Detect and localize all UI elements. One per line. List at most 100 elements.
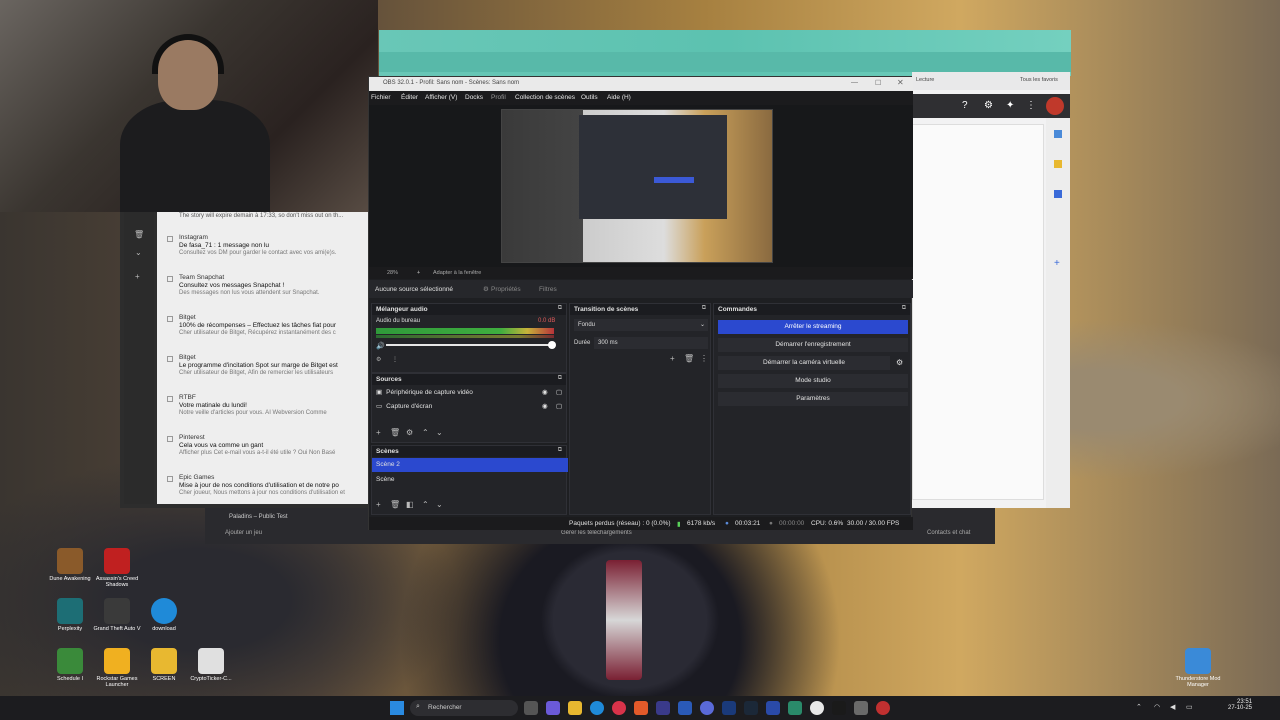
app-icon[interactable] xyxy=(678,701,692,715)
app-icon[interactable] xyxy=(876,701,890,715)
app-icon[interactable] xyxy=(656,701,670,715)
zoom-in-icon[interactable]: + xyxy=(417,270,420,276)
dock-menu-icon[interactable]: ⧉ xyxy=(558,305,562,312)
add-icon[interactable]: + xyxy=(376,500,381,509)
eye-icon[interactable]: ◉ xyxy=(542,386,548,400)
taskbar-search[interactable]: ⌕ Rechercher xyxy=(410,700,518,716)
avatar[interactable] xyxy=(1046,97,1064,115)
discord-icon[interactable] xyxy=(700,701,714,715)
arrow-down-icon[interactable]: ⌄ xyxy=(436,428,443,437)
dock-menu-icon[interactable]: ⧉ xyxy=(558,375,562,382)
mail-item[interactable]: RTBF Votre matinale du lundi! Notre veil… xyxy=(157,392,370,432)
copilot-icon[interactable] xyxy=(546,701,560,715)
help-icon[interactable]: ? xyxy=(962,100,968,111)
dock-menu-icon[interactable]: ⧉ xyxy=(702,305,706,312)
desktop-icon-cryptoticker[interactable]: CryptoTicker-C... xyxy=(187,648,235,682)
mail-item[interactable]: Pinterest Cela vous va comme un gant Aff… xyxy=(157,432,370,472)
source-item[interactable]: ▭ Capture d'écran ◉ ▢ xyxy=(372,400,568,414)
checkbox[interactable] xyxy=(167,356,173,362)
chevron-down-icon[interactable]: ⌄ xyxy=(135,248,142,257)
duration-input[interactable]: 300 ms xyxy=(594,337,708,349)
browser-bookmarks-bar[interactable]: Lecture Tous les favoris xyxy=(912,72,1070,90)
desktop-icon-download[interactable]: download xyxy=(140,598,188,632)
stop-streaming-button[interactable]: Arrêter le streaming xyxy=(718,320,908,334)
wifi-icon[interactable]: ◠ xyxy=(1154,703,1160,711)
zoom-level[interactable]: 28% xyxy=(387,270,398,276)
mail-item[interactable]: Bitget 100% de récompenses – Effectuez l… xyxy=(157,312,370,352)
menu-edit[interactable]: Éditer xyxy=(401,94,418,101)
desktop-icon-rockstar[interactable]: Rockstar Games Launcher xyxy=(93,648,141,688)
gear-icon[interactable]: ⚙ xyxy=(984,100,993,111)
menu-file[interactable]: Fichier xyxy=(371,94,391,101)
task-view-icon[interactable] xyxy=(524,701,538,715)
brave-icon[interactable] xyxy=(634,701,648,715)
downloads-link[interactable]: Gérer les téléchargements xyxy=(561,530,632,536)
checkbox[interactable] xyxy=(167,476,173,482)
sparkle-icon[interactable]: ✦ xyxy=(1006,100,1014,111)
desktop-icon-schedule[interactable]: Schedule I xyxy=(46,648,94,682)
mail-item[interactable]: Instagram De fasa_71 : 1 message non lu … xyxy=(157,232,370,272)
steam-icon[interactable] xyxy=(744,701,758,715)
arrow-up-icon[interactable]: ⌃ xyxy=(422,428,429,437)
volume-slider-handle[interactable] xyxy=(548,341,556,349)
app-icon[interactable] xyxy=(766,701,780,715)
trash-icon[interactable]: 🗑 xyxy=(390,428,400,437)
link-icon[interactable]: ⚙ xyxy=(376,356,381,363)
menu-profile[interactable]: Profil xyxy=(491,94,506,101)
speaker-icon[interactable]: 🔊 xyxy=(376,342,385,350)
app-icon[interactable] xyxy=(722,701,736,715)
obs-icon[interactable] xyxy=(832,701,846,715)
bookmark-lecture[interactable]: Lecture xyxy=(916,77,934,83)
add-icon[interactable]: + xyxy=(1054,258,1060,269)
menu-docks[interactable]: Docks xyxy=(465,94,483,101)
app-icon[interactable] xyxy=(854,701,868,715)
friends-chat-link[interactable]: Contacts et chat xyxy=(927,530,970,536)
side-app-icon[interactable] xyxy=(1054,160,1062,168)
edge-icon[interactable] xyxy=(590,701,604,715)
filters-button[interactable]: Filtres xyxy=(539,286,557,293)
menu-tools[interactable]: Outils xyxy=(581,94,598,101)
gear-icon[interactable]: ⚙ xyxy=(406,428,413,437)
trash-icon[interactable]: 🗑 xyxy=(390,500,400,509)
add-icon[interactable]: + xyxy=(376,428,381,437)
dock-menu-icon[interactable]: ⧉ xyxy=(558,447,562,454)
scene-item-selected[interactable]: Scène 2 xyxy=(372,458,568,472)
checkbox[interactable] xyxy=(167,436,173,442)
add-icon[interactable]: + xyxy=(135,272,140,281)
transition-select[interactable]: Fondu ⌄ xyxy=(574,319,708,331)
close-icon[interactable]: ✕ xyxy=(897,78,904,87)
file-explorer-icon[interactable] xyxy=(568,701,582,715)
eye-icon[interactable]: ◉ xyxy=(542,400,548,414)
dock-menu-icon[interactable]: ⧉ xyxy=(902,305,906,312)
filter-icon[interactable]: ◧ xyxy=(406,500,414,509)
chevron-up-icon[interactable]: ⌃ xyxy=(1136,703,1142,711)
source-item[interactable]: ▣ Périphérique de capture vidéo ◉ ▢ xyxy=(372,386,568,400)
menu-view[interactable]: Afficher (V) xyxy=(425,94,457,101)
checkbox[interactable] xyxy=(167,396,173,402)
apps-icon[interactable]: ⋮ xyxy=(1026,100,1036,111)
desktop-icon-ac-shadows[interactable]: Assassin's Creed Shadows xyxy=(93,548,141,588)
trash-icon[interactable]: 🗑 xyxy=(134,230,144,239)
opera-icon[interactable] xyxy=(612,701,626,715)
start-icon[interactable] xyxy=(390,701,404,715)
start-virtual-camera-button[interactable]: Démarrer la caméra virtuelle xyxy=(718,356,890,370)
clock[interactable]: 23:51 27-10-25 xyxy=(1228,699,1252,711)
checkbox[interactable] xyxy=(167,316,173,322)
gear-icon[interactable]: ⚙ xyxy=(483,285,489,293)
more-icon[interactable]: ⋮ xyxy=(700,354,708,363)
mail-item[interactable]: Bitget Le programme d'incitation Spot su… xyxy=(157,352,370,392)
minimize-icon[interactable]: — xyxy=(851,79,858,86)
desktop-icon-gta[interactable]: Grand Theft Auto V xyxy=(93,598,141,632)
arrow-down-icon[interactable]: ⌄ xyxy=(436,500,443,509)
trash-icon[interactable]: 🗑 xyxy=(684,354,694,363)
launcher-game-title[interactable]: Paladins – Public Test xyxy=(229,514,288,520)
add-icon[interactable]: + xyxy=(670,354,675,363)
start-recording-button[interactable]: Démarrer l'enregistrement xyxy=(718,338,908,352)
browser-tab-bar[interactable] xyxy=(379,52,1071,72)
gear-icon[interactable]: ⚙ xyxy=(896,358,903,367)
chrome-icon[interactable] xyxy=(810,701,824,715)
mail-item[interactable]: Team Snapchat Consultez vos messages Sna… xyxy=(157,272,370,312)
fit-to-window[interactable]: Adapter à la fenêtre xyxy=(433,270,481,276)
menu-scene-collection[interactable]: Collection de scènes xyxy=(515,94,575,101)
checkbox[interactable] xyxy=(167,236,173,242)
